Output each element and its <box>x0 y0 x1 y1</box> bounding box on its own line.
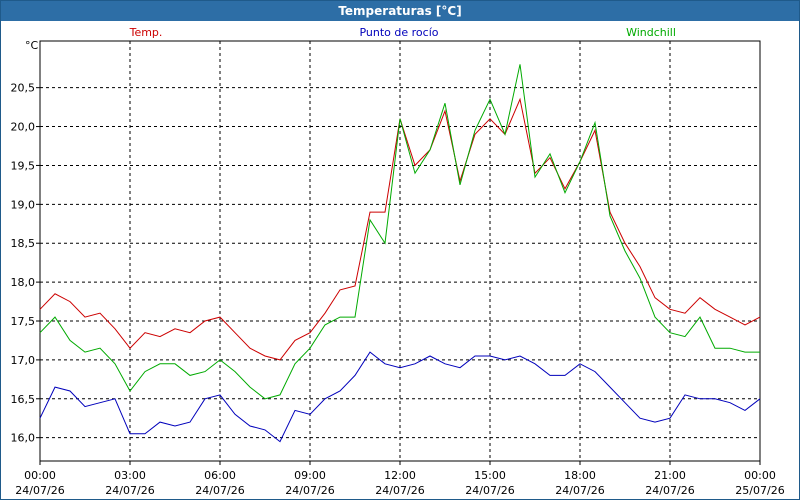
y-axis-unit-label: °C <box>25 39 39 52</box>
x-tick-time-label: 00:00 <box>24 469 56 482</box>
y-tick-label: 17,0 <box>11 354 36 367</box>
x-tick-date-label: 24/07/26 <box>375 484 424 497</box>
x-tick-date-label: 24/07/26 <box>645 484 694 497</box>
y-tick-label: 20,0 <box>11 121 36 134</box>
x-tick-time-label: 12:00 <box>384 469 416 482</box>
x-tick-date-label: 25/07/26 <box>735 484 784 497</box>
y-tick-label: 18,5 <box>11 237 36 250</box>
x-tick-date-label: 24/07/26 <box>195 484 244 497</box>
temperature-chart: °C 16,0 16,5 17,0 17,5 18,0 18,5 19,0 19,5 20,0 2… <box>11 26 785 497</box>
y-tick-label: 17,5 <box>11 315 36 328</box>
y-tick-label: 19,0 <box>11 198 36 211</box>
y-tick-label: 20,5 <box>11 82 36 95</box>
x-tick-date-label: 24/07/26 <box>555 484 604 497</box>
x-tick-date-label: 24/07/26 <box>465 484 514 497</box>
x-tick-time-label: 18:00 <box>564 469 596 482</box>
y-axis-ticks: 16,0 16,5 17,0 17,5 18,0 18,5 19,0 19,5 20,0 20,5 <box>11 82 40 445</box>
x-tick-date-label: 24/07/26 <box>105 484 154 497</box>
x-axis-ticks: 00:00 24/07/26 03:00 24/07/26 06:00 24/07/26 0… <box>15 461 785 497</box>
legend: Temp. Punto de rocío Windchill <box>129 26 676 39</box>
x-tick-date-label: 24/07/26 <box>15 484 64 497</box>
x-tick-time-label: 03:00 <box>114 469 146 482</box>
y-tick-label: 18,0 <box>11 276 36 289</box>
y-tick-label: 16,5 <box>11 393 36 406</box>
x-tick-time-label: 09:00 <box>294 469 326 482</box>
legend-entry-temp: Temp. <box>129 26 163 39</box>
x-tick-time-label: 00:00 <box>744 469 776 482</box>
x-tick-time-label: 15:00 <box>474 469 506 482</box>
y-tick-label: 16,0 <box>11 432 36 445</box>
legend-entry-punto-de-roc-o: Punto de rocío <box>359 26 438 39</box>
x-tick-date-label: 24/07/26 <box>285 484 334 497</box>
x-tick-time-label: 21:00 <box>654 469 686 482</box>
y-tick-label: 19,5 <box>11 159 36 172</box>
x-tick-time-label: 06:00 <box>204 469 236 482</box>
legend-entry-windchill: Windchill <box>626 26 676 39</box>
